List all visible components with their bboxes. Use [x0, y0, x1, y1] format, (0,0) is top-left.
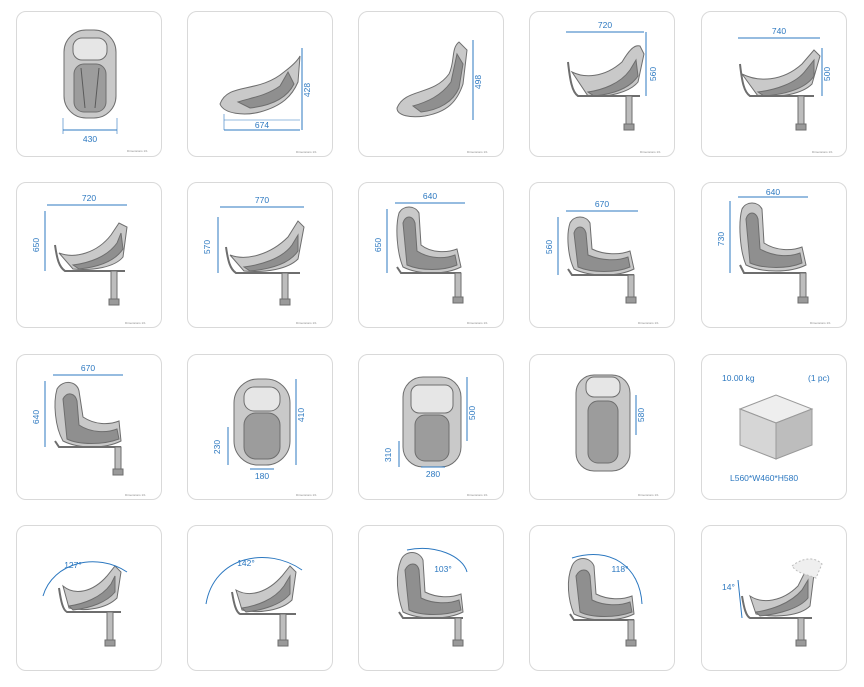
front-view-drawing: 430 Dimensions 1/1	[62, 29, 148, 153]
dim-height: 650	[373, 238, 383, 252]
dim-seat-height: 310	[383, 448, 393, 462]
angle-drawing: 103°	[396, 548, 468, 647]
angle-drawing: 118°	[567, 554, 643, 647]
dim-height: 580	[636, 408, 646, 422]
dim-seat-width: 180	[255, 471, 269, 481]
svg-text:Dimensions 1/1: Dimensions 1/1	[125, 493, 146, 497]
base-side-drawing: 670 560 Dimensions 1/1	[544, 199, 659, 325]
svg-text:Dimensions 1/1: Dimensions 1/1	[638, 321, 659, 325]
card-angle-14: 14°	[701, 525, 847, 671]
package-count: (1 pc)	[808, 373, 830, 383]
dim-length: 770	[255, 195, 269, 205]
base-side-drawing: 720 560 Dimensions 1/1	[566, 20, 661, 154]
dim-height: 640	[31, 410, 41, 424]
angle-tilt-drawing: 14°	[722, 558, 823, 647]
card-base-720-560: 720 560 Dimensions 1/1	[529, 11, 675, 157]
dim-length: 640	[423, 191, 437, 201]
card-package: 10.00 kg (1 pc) L560*W460*H580	[701, 354, 847, 500]
front-shell-drawing: 410 230 180 Dimensions 1/1	[212, 378, 317, 497]
svg-text:Dimensions 1/1: Dimensions 1/1	[640, 150, 661, 154]
dim-length: 674	[255, 120, 269, 130]
card-angle-103: 103°	[358, 525, 504, 671]
card-base-670-640: 670 640 Dimensions 1/1	[16, 354, 162, 500]
card-base-670-560: 670 560 Dimensions 1/1	[529, 182, 675, 328]
card-side-carrier2: 498 Dimensions 1/1	[358, 11, 504, 157]
svg-text:Dimensions 1/1: Dimensions 1/1	[467, 150, 488, 154]
card-front-410: 410 230 180 Dimensions 1/1	[187, 354, 333, 500]
package-weight: 10.00 kg	[722, 373, 755, 383]
base-side-drawing: 640 730 Dimensions 1/1	[716, 187, 831, 325]
angle-label: 142°	[237, 558, 255, 568]
package-size: L560*W460*H580	[730, 473, 799, 483]
svg-text:Dimensions 1/1: Dimensions 1/1	[812, 150, 833, 154]
angle-label: 14°	[722, 582, 735, 592]
angle-drawing: 142°	[205, 557, 303, 647]
svg-text:Dimensions 1/1: Dimensions 1/1	[467, 493, 488, 497]
base-side-drawing: 770 570 Dimensions 1/1	[202, 195, 317, 325]
card-front-580: 580 Dimensions 1/1	[529, 354, 675, 500]
card-base-640-730: 640 730 Dimensions 1/1	[701, 182, 847, 328]
svg-text:Dimensions 1/1: Dimensions 1/1	[467, 321, 488, 325]
svg-text:Dimensions 1/1: Dimensions 1/1	[638, 493, 659, 497]
angle-label: 127°	[64, 560, 82, 570]
card-front-500: 500 310 280 Dimensions 1/1	[358, 354, 504, 500]
card-base-640-650: 640 650 Dimensions 1/1	[358, 182, 504, 328]
dim-length: 670	[595, 199, 609, 209]
carrier-upright-drawing: 498 Dimensions 1/1	[396, 40, 488, 154]
dim-height: 500	[822, 67, 832, 81]
dim-height: 500	[467, 406, 477, 420]
dim-length: 720	[598, 20, 612, 30]
svg-text:Dimensions 1/1: Dimensions 1/1	[125, 321, 146, 325]
dim-length: 670	[81, 363, 95, 373]
dim-height: 650	[31, 238, 41, 252]
card-base-720-650: 720 650 Dimensions 1/1	[16, 182, 162, 328]
dim-height: 570	[202, 240, 212, 254]
card-base-770-570: 770 570 Dimensions 1/1	[187, 182, 333, 328]
dim-seat-height: 230	[212, 440, 222, 454]
card-base-740-500: 740 500 Dimensions 1/1	[701, 11, 847, 157]
svg-text:Dimensions 1/1: Dimensions 1/1	[296, 321, 317, 325]
svg-text:Dimensions 1/1: Dimensions 1/1	[810, 321, 831, 325]
dim-height: 428	[302, 83, 312, 97]
dim-length: 720	[82, 193, 96, 203]
angle-drawing: 127°	[42, 560, 128, 647]
angle-label: 118°	[612, 564, 629, 574]
card-angle-127: 127°	[16, 525, 162, 671]
card-front-width: 430 Dimensions 1/1	[16, 11, 162, 157]
svg-text:Dimensions 1/1: Dimensions 1/1	[127, 149, 148, 153]
base-side-drawing: 670 640 Dimensions 1/1	[31, 363, 146, 497]
dim-seat-width: 280	[426, 469, 440, 479]
dim-height: 560	[648, 67, 658, 81]
base-side-drawing: 720 650 Dimensions 1/1	[31, 193, 146, 325]
front-shell-drawing: 500 310 280 Dimensions 1/1	[383, 376, 488, 497]
angle-label: 103°	[434, 564, 452, 574]
dim-height: 498	[473, 75, 483, 89]
base-side-drawing: 740 500 Dimensions 1/1	[738, 26, 833, 154]
spec-grid: 430 Dimensions 1/1 674 428 Dimensions 1/…	[0, 0, 864, 687]
dim-length: 740	[772, 26, 786, 36]
dim-length: 640	[766, 187, 780, 197]
base-side-drawing: 640 650 Dimensions 1/1	[373, 191, 488, 325]
front-high-drawing: 580 Dimensions 1/1	[575, 374, 659, 497]
svg-text:Dimensions 1/1: Dimensions 1/1	[296, 150, 317, 154]
card-angle-142: 142°	[187, 525, 333, 671]
dim-height: 410	[296, 408, 306, 422]
dim-width: 430	[83, 134, 97, 144]
dim-height: 730	[716, 232, 726, 246]
card-side-carrier: 674 428 Dimensions 1/1	[187, 11, 333, 157]
svg-text:Dimensions 1/1: Dimensions 1/1	[296, 493, 317, 497]
carrier-side-drawing: 674 428 Dimensions 1/1	[219, 48, 317, 154]
card-angle-118: 118°	[529, 525, 675, 671]
dim-height: 560	[544, 240, 554, 254]
